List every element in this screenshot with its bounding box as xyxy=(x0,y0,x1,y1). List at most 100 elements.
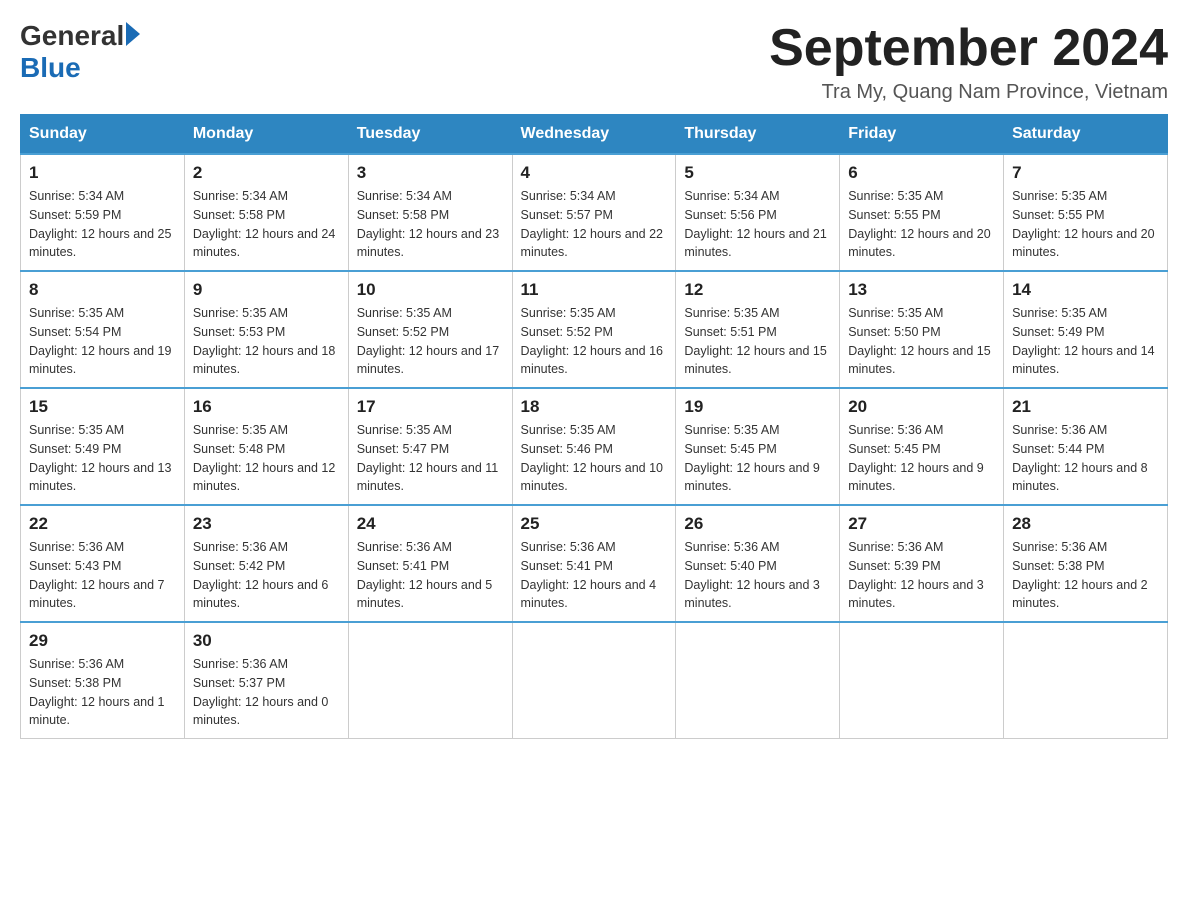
calendar-cell: 13 Sunrise: 5:35 AMSunset: 5:50 PMDaylig… xyxy=(840,271,1004,388)
day-info: Sunrise: 5:36 AMSunset: 5:43 PMDaylight:… xyxy=(29,540,165,610)
calendar-cell: 20 Sunrise: 5:36 AMSunset: 5:45 PMDaylig… xyxy=(840,388,1004,505)
day-info: Sunrise: 5:35 AMSunset: 5:52 PMDaylight:… xyxy=(357,306,499,376)
calendar-cell: 7 Sunrise: 5:35 AMSunset: 5:55 PMDayligh… xyxy=(1004,154,1168,271)
calendar-cell: 19 Sunrise: 5:35 AMSunset: 5:45 PMDaylig… xyxy=(676,388,840,505)
day-info: Sunrise: 5:36 AMSunset: 5:39 PMDaylight:… xyxy=(848,540,984,610)
day-number: 11 xyxy=(521,280,668,300)
calendar-cell: 29 Sunrise: 5:36 AMSunset: 5:38 PMDaylig… xyxy=(21,622,185,739)
calendar-week-row: 8 Sunrise: 5:35 AMSunset: 5:54 PMDayligh… xyxy=(21,271,1168,388)
calendar-day-header: Saturday xyxy=(1004,115,1168,155)
calendar-cell xyxy=(512,622,676,739)
calendar-cell: 24 Sunrise: 5:36 AMSunset: 5:41 PMDaylig… xyxy=(348,505,512,622)
calendar-day-header: Monday xyxy=(184,115,348,155)
calendar-cell: 10 Sunrise: 5:35 AMSunset: 5:52 PMDaylig… xyxy=(348,271,512,388)
day-number: 15 xyxy=(29,397,176,417)
day-info: Sunrise: 5:35 AMSunset: 5:52 PMDaylight:… xyxy=(521,306,663,376)
calendar-cell: 22 Sunrise: 5:36 AMSunset: 5:43 PMDaylig… xyxy=(21,505,185,622)
calendar-day-header: Friday xyxy=(840,115,1004,155)
calendar-cell xyxy=(348,622,512,739)
calendar-cell: 14 Sunrise: 5:35 AMSunset: 5:49 PMDaylig… xyxy=(1004,271,1168,388)
logo: General Blue xyxy=(20,20,140,84)
calendar-cell: 2 Sunrise: 5:34 AMSunset: 5:58 PMDayligh… xyxy=(184,154,348,271)
calendar-cell: 17 Sunrise: 5:35 AMSunset: 5:47 PMDaylig… xyxy=(348,388,512,505)
day-number: 13 xyxy=(848,280,995,300)
location: Tra My, Quang Nam Province, Vietnam xyxy=(769,81,1168,104)
calendar-week-row: 1 Sunrise: 5:34 AMSunset: 5:59 PMDayligh… xyxy=(21,154,1168,271)
day-info: Sunrise: 5:34 AMSunset: 5:58 PMDaylight:… xyxy=(357,189,499,259)
calendar-day-header: Tuesday xyxy=(348,115,512,155)
calendar-cell: 21 Sunrise: 5:36 AMSunset: 5:44 PMDaylig… xyxy=(1004,388,1168,505)
day-number: 22 xyxy=(29,514,176,534)
calendar-cell xyxy=(840,622,1004,739)
calendar-cell: 9 Sunrise: 5:35 AMSunset: 5:53 PMDayligh… xyxy=(184,271,348,388)
calendar-table: SundayMondayTuesdayWednesdayThursdayFrid… xyxy=(20,114,1168,739)
calendar-cell: 23 Sunrise: 5:36 AMSunset: 5:42 PMDaylig… xyxy=(184,505,348,622)
calendar-cell: 6 Sunrise: 5:35 AMSunset: 5:55 PMDayligh… xyxy=(840,154,1004,271)
calendar-week-row: 29 Sunrise: 5:36 AMSunset: 5:38 PMDaylig… xyxy=(21,622,1168,739)
day-number: 8 xyxy=(29,280,176,300)
day-info: Sunrise: 5:36 AMSunset: 5:41 PMDaylight:… xyxy=(357,540,493,610)
logo-text-general: General xyxy=(20,20,124,52)
day-number: 17 xyxy=(357,397,504,417)
day-number: 16 xyxy=(193,397,340,417)
day-info: Sunrise: 5:35 AMSunset: 5:54 PMDaylight:… xyxy=(29,306,171,376)
day-info: Sunrise: 5:34 AMSunset: 5:58 PMDaylight:… xyxy=(193,189,335,259)
day-number: 20 xyxy=(848,397,995,417)
day-info: Sunrise: 5:35 AMSunset: 5:45 PMDaylight:… xyxy=(684,423,820,493)
calendar-day-header: Sunday xyxy=(21,115,185,155)
day-info: Sunrise: 5:34 AMSunset: 5:57 PMDaylight:… xyxy=(521,189,663,259)
calendar-cell: 27 Sunrise: 5:36 AMSunset: 5:39 PMDaylig… xyxy=(840,505,1004,622)
logo-arrow-icon xyxy=(126,22,140,46)
calendar-day-header: Wednesday xyxy=(512,115,676,155)
day-number: 30 xyxy=(193,631,340,651)
day-number: 24 xyxy=(357,514,504,534)
day-info: Sunrise: 5:34 AMSunset: 5:59 PMDaylight:… xyxy=(29,189,171,259)
day-number: 27 xyxy=(848,514,995,534)
calendar-cell xyxy=(676,622,840,739)
day-number: 9 xyxy=(193,280,340,300)
day-number: 5 xyxy=(684,163,831,183)
calendar-cell: 28 Sunrise: 5:36 AMSunset: 5:38 PMDaylig… xyxy=(1004,505,1168,622)
calendar-cell: 1 Sunrise: 5:34 AMSunset: 5:59 PMDayligh… xyxy=(21,154,185,271)
day-info: Sunrise: 5:36 AMSunset: 5:41 PMDaylight:… xyxy=(521,540,657,610)
day-number: 14 xyxy=(1012,280,1159,300)
day-info: Sunrise: 5:36 AMSunset: 5:45 PMDaylight:… xyxy=(848,423,984,493)
day-number: 2 xyxy=(193,163,340,183)
day-info: Sunrise: 5:35 AMSunset: 5:49 PMDaylight:… xyxy=(1012,306,1154,376)
day-number: 28 xyxy=(1012,514,1159,534)
day-number: 12 xyxy=(684,280,831,300)
day-info: Sunrise: 5:35 AMSunset: 5:50 PMDaylight:… xyxy=(848,306,990,376)
day-info: Sunrise: 5:34 AMSunset: 5:56 PMDaylight:… xyxy=(684,189,826,259)
day-number: 6 xyxy=(848,163,995,183)
day-number: 7 xyxy=(1012,163,1159,183)
day-info: Sunrise: 5:35 AMSunset: 5:51 PMDaylight:… xyxy=(684,306,826,376)
calendar-cell: 26 Sunrise: 5:36 AMSunset: 5:40 PMDaylig… xyxy=(676,505,840,622)
day-number: 18 xyxy=(521,397,668,417)
day-info: Sunrise: 5:35 AMSunset: 5:48 PMDaylight:… xyxy=(193,423,335,493)
day-info: Sunrise: 5:36 AMSunset: 5:40 PMDaylight:… xyxy=(684,540,820,610)
calendar-cell: 11 Sunrise: 5:35 AMSunset: 5:52 PMDaylig… xyxy=(512,271,676,388)
calendar-header-row: SundayMondayTuesdayWednesdayThursdayFrid… xyxy=(21,115,1168,155)
day-info: Sunrise: 5:36 AMSunset: 5:37 PMDaylight:… xyxy=(193,657,329,727)
calendar-cell: 16 Sunrise: 5:35 AMSunset: 5:48 PMDaylig… xyxy=(184,388,348,505)
calendar-cell: 15 Sunrise: 5:35 AMSunset: 5:49 PMDaylig… xyxy=(21,388,185,505)
calendar-cell: 5 Sunrise: 5:34 AMSunset: 5:56 PMDayligh… xyxy=(676,154,840,271)
day-info: Sunrise: 5:35 AMSunset: 5:55 PMDaylight:… xyxy=(848,189,990,259)
day-info: Sunrise: 5:35 AMSunset: 5:49 PMDaylight:… xyxy=(29,423,171,493)
day-info: Sunrise: 5:35 AMSunset: 5:53 PMDaylight:… xyxy=(193,306,335,376)
calendar-cell: 8 Sunrise: 5:35 AMSunset: 5:54 PMDayligh… xyxy=(21,271,185,388)
calendar-week-row: 15 Sunrise: 5:35 AMSunset: 5:49 PMDaylig… xyxy=(21,388,1168,505)
day-number: 3 xyxy=(357,163,504,183)
day-number: 25 xyxy=(521,514,668,534)
day-info: Sunrise: 5:35 AMSunset: 5:47 PMDaylight:… xyxy=(357,423,499,493)
calendar-week-row: 22 Sunrise: 5:36 AMSunset: 5:43 PMDaylig… xyxy=(21,505,1168,622)
page-header: General Blue September 2024 Tra My, Quan… xyxy=(20,20,1168,104)
calendar-cell: 30 Sunrise: 5:36 AMSunset: 5:37 PMDaylig… xyxy=(184,622,348,739)
day-number: 29 xyxy=(29,631,176,651)
calendar-cell xyxy=(1004,622,1168,739)
day-info: Sunrise: 5:36 AMSunset: 5:38 PMDaylight:… xyxy=(1012,540,1148,610)
day-info: Sunrise: 5:36 AMSunset: 5:44 PMDaylight:… xyxy=(1012,423,1148,493)
calendar-day-header: Thursday xyxy=(676,115,840,155)
day-number: 10 xyxy=(357,280,504,300)
day-info: Sunrise: 5:35 AMSunset: 5:55 PMDaylight:… xyxy=(1012,189,1154,259)
